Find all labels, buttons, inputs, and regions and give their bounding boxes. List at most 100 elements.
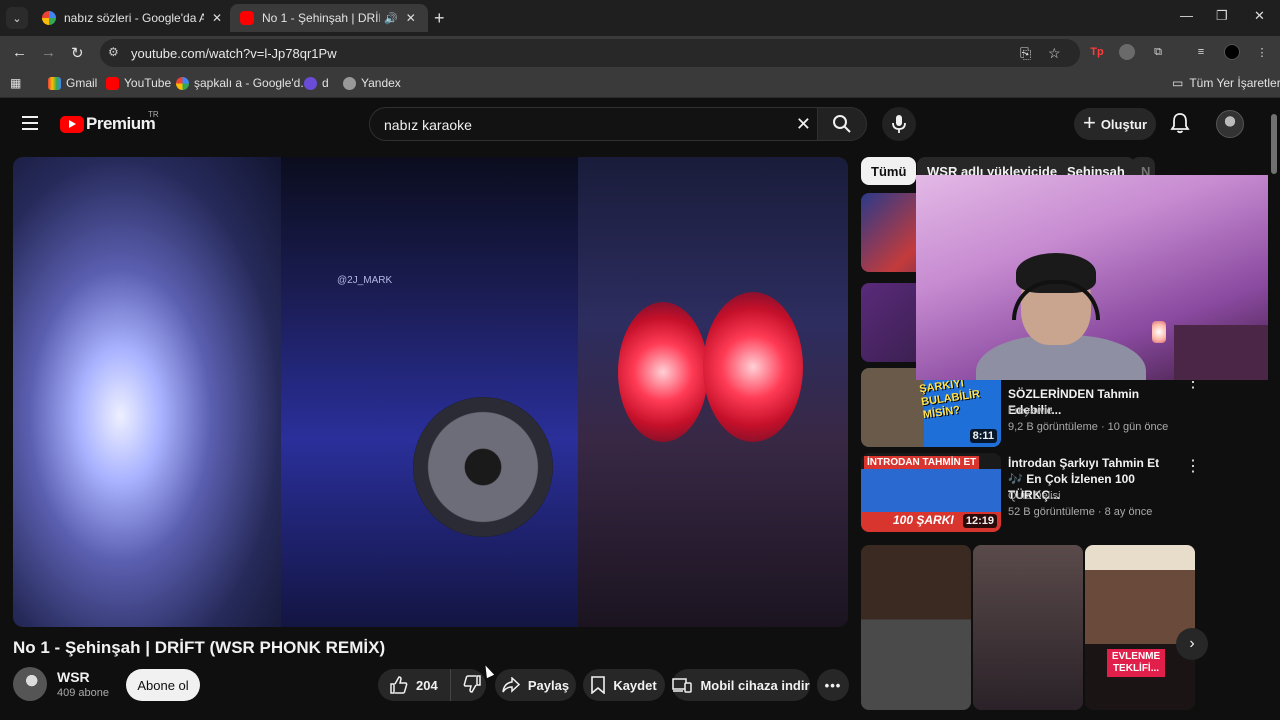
reload-icon[interactable]: ↻	[71, 44, 84, 62]
create-button[interactable]: + Oluştur	[1074, 108, 1156, 140]
speaker-icon[interactable]: 🔊	[384, 12, 398, 25]
close-icon[interactable]: ✕	[212, 11, 222, 25]
profile-icon[interactable]	[1224, 44, 1240, 60]
subscribe-button[interactable]: Abone ol	[126, 669, 200, 701]
recommendation-title[interactable]: İntrodan Şarkıyı Tahmin Et	[1008, 455, 1178, 471]
notifications-button[interactable]	[1170, 112, 1190, 139]
search-input[interactable]: nabız karaoke ✕	[369, 107, 817, 141]
shorts-next-button[interactable]: ›	[1176, 628, 1208, 660]
bookmark-icon	[591, 676, 606, 694]
media-control-icon[interactable]: ≡	[1193, 44, 1209, 60]
devices-icon	[672, 677, 693, 693]
tail-light	[618, 302, 708, 442]
region-code: TR	[148, 110, 159, 119]
short-thumbnail[interactable]: EVLENME TEKLİFİ...	[1085, 545, 1195, 710]
account-avatar[interactable]	[1216, 110, 1244, 138]
shelf	[1174, 325, 1280, 380]
bookmark-d[interactable]: d	[304, 76, 329, 90]
chevron-down-icon: ⌄	[12, 12, 22, 25]
video-duration: 8:11	[969, 429, 997, 443]
bookmark-google[interactable]: şapkalı a - Google'd...	[176, 76, 310, 90]
recommendation-channel[interactable]: Freyawie	[1008, 405, 1053, 417]
menu-kebab-icon[interactable]: ⋮	[1254, 44, 1270, 60]
recommendation-channel[interactable]: Quiz Delisi	[1008, 490, 1061, 502]
tab-google-search[interactable]: nabız sözleri - Google'da Ara ✕	[32, 4, 232, 32]
bookmark-yandex[interactable]: Yandex	[343, 76, 401, 90]
extensions-puzzle-icon[interactable]: ⧉	[1150, 44, 1166, 60]
video-frame-left	[13, 157, 281, 627]
scrollbar-thumb[interactable]	[1271, 114, 1277, 174]
address-bar[interactable]: ⚙ youtube.com/watch?v=l-Jp78qr1Pw ⎘ ☆	[100, 39, 1080, 67]
all-bookmarks[interactable]: ▭ Tüm Yer İşaretleri	[1172, 76, 1280, 90]
bookmark-gmail[interactable]: Gmail	[48, 76, 97, 90]
maximize-icon[interactable]: ❐	[1216, 8, 1228, 24]
voice-search-button[interactable]	[882, 107, 916, 141]
channel-avatar[interactable]	[13, 667, 47, 701]
thumbnail-caption: ŞARKIYI BULABİLİR MİSİN?	[918, 377, 981, 422]
download-to-mobile-button[interactable]: Mobil cihaza indir	[672, 669, 810, 701]
thumbs-up-icon	[390, 676, 408, 694]
youtube-icon	[240, 11, 254, 25]
chevron-right-icon: ›	[1189, 635, 1195, 652]
apps-grid-icon[interactable]: ▦	[10, 76, 21, 90]
extension-avatar-icon[interactable]	[1119, 44, 1135, 60]
short-thumbnail[interactable]	[861, 545, 971, 710]
like-button[interactable]: 204	[378, 669, 451, 701]
video-player[interactable]: @2J_MARK	[13, 157, 848, 627]
youtube-icon	[106, 76, 119, 90]
video-duration: 12:19	[962, 514, 997, 528]
more-actions-button[interactable]: •••	[817, 669, 849, 701]
page-scrollbar[interactable]	[1268, 100, 1280, 720]
site-info-icon[interactable]: ⚙	[108, 45, 119, 59]
window-close-icon[interactable]: ✕	[1254, 8, 1265, 24]
globe-icon	[343, 76, 356, 90]
youtube-header: Premium TR nabız karaoke ✕ + Oluştur	[0, 100, 1268, 148]
search-query[interactable]: nabız karaoke	[384, 117, 472, 133]
share-button[interactable]: Paylaş	[495, 669, 576, 701]
short-caption: EVLENME TEKLİFİ...	[1107, 649, 1165, 677]
bookmark-youtube[interactable]: YouTube	[106, 76, 171, 90]
search-button[interactable]	[817, 107, 867, 141]
more-vertical-icon[interactable]: ⋮	[1185, 456, 1201, 476]
upload-age: 8 ay önce	[1104, 506, 1153, 518]
folder-icon: ▭	[1172, 76, 1184, 90]
back-icon[interactable]: ←	[12, 44, 27, 61]
bell-icon	[1170, 113, 1190, 134]
gmail-icon	[48, 76, 61, 90]
install-app-icon[interactable]: ⎘	[1020, 45, 1031, 62]
microphone-icon	[892, 115, 906, 133]
video-watermark: @2J_MARK	[337, 275, 393, 286]
save-button[interactable]: Kaydet	[583, 669, 665, 701]
save-label: Kaydet	[613, 677, 657, 693]
short-thumbnail[interactable]	[973, 545, 1083, 710]
thumbnail-caption: 100 ŞARKI	[893, 513, 954, 527]
extension-tp-icon[interactable]: Tp	[1089, 44, 1105, 60]
close-icon[interactable]: ✕	[406, 11, 416, 25]
browser-toolbar: ← → ↻ ⚙ youtube.com/watch?v=l-Jp78qr1Pw …	[0, 36, 1280, 70]
view-count: 9,2 B görüntüleme	[1008, 421, 1098, 433]
clear-search-icon[interactable]: ✕	[796, 114, 811, 135]
create-label: Oluştur	[1100, 116, 1148, 132]
bookmark-label: d	[322, 76, 329, 90]
tab-title: nabız sözleri - Google'da Ara	[64, 11, 204, 25]
tab-search-button[interactable]: ⌄	[6, 7, 28, 29]
download-label: Mobil cihaza indir	[700, 677, 810, 693]
youtube-logo[interactable]: Premium TR	[60, 110, 159, 134]
bookmarks-bar: ▦ Gmail YouTube şapkalı a - Google'd... …	[0, 70, 1280, 98]
like-count: 204	[416, 677, 438, 693]
bookmark-star-icon[interactable]: ☆	[1048, 45, 1061, 62]
new-tab-button[interactable]: +	[434, 8, 445, 29]
bookmark-label: YouTube	[124, 76, 172, 90]
minimize-icon[interactable]: —	[1180, 8, 1193, 23]
google-icon	[42, 11, 56, 25]
webcam-overlay	[916, 175, 1280, 380]
tab-youtube-video[interactable]: No 1 - Şehinşah | DRİFT (W… 🔊 ✕	[230, 4, 428, 32]
chip-all[interactable]: Tümü	[861, 157, 917, 185]
forward-icon[interactable]: →	[41, 44, 56, 61]
menu-icon[interactable]	[22, 116, 38, 130]
recommendation-thumbnail[interactable]: İNTRODAN TAHMİN ET 100 ŞARKI 12:19	[861, 453, 1001, 532]
search-icon	[833, 115, 851, 133]
channel-name[interactable]: WSR	[57, 669, 90, 685]
subscriber-count: 409 abone	[57, 687, 109, 699]
url-text[interactable]: youtube.com/watch?v=l-Jp78qr1Pw	[131, 46, 337, 61]
